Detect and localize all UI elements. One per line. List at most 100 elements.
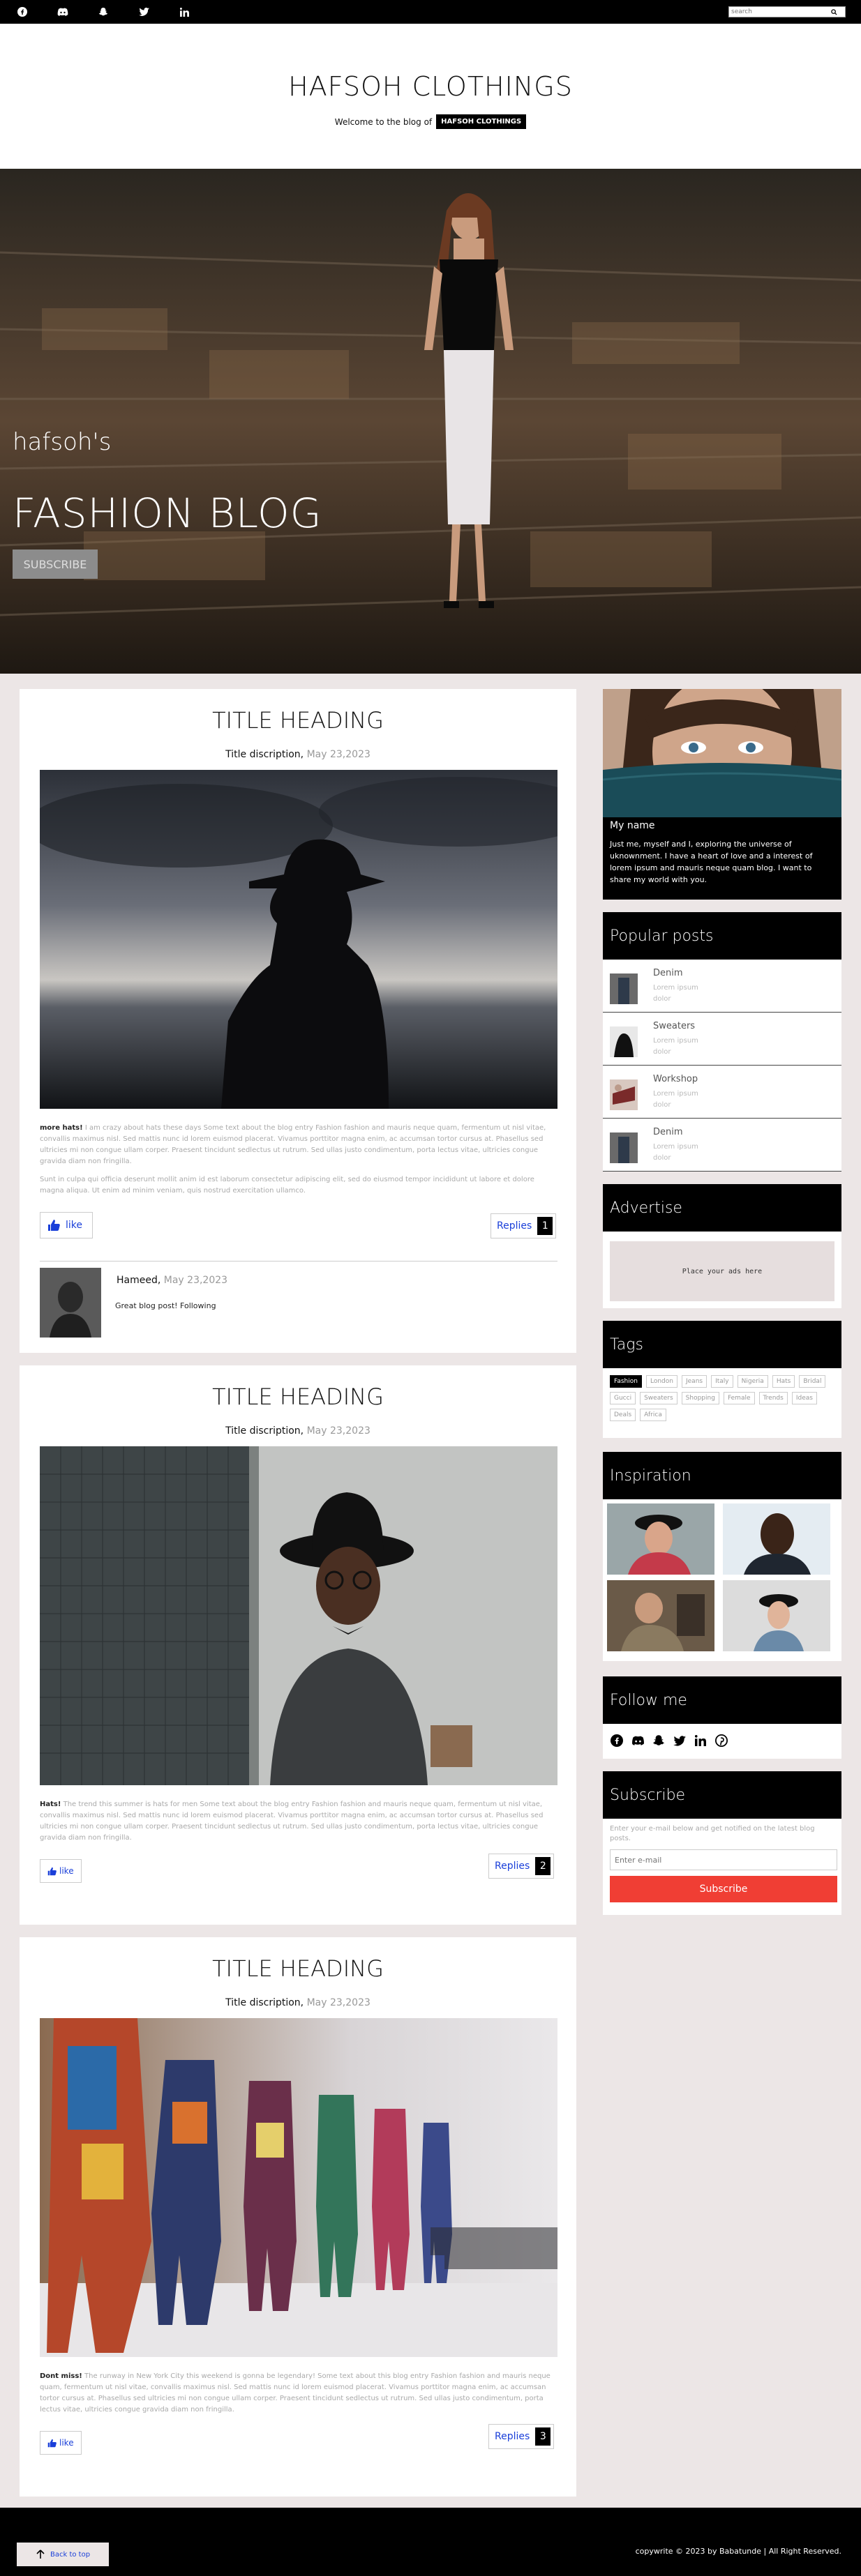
post-image [40, 770, 557, 1109]
hero-title: FASHION BLOG [13, 490, 322, 537]
follow-icons [610, 1734, 728, 1748]
subscribe-button[interactable]: Subscribe [610, 1876, 837, 1902]
reply-count: 1 [537, 1217, 553, 1235]
blog-post-3: TITLE HEADING Title discription, May 23,… [20, 1937, 576, 2497]
welcome-text: Welcome to the blog of [334, 116, 433, 127]
like-button[interactable]: like [40, 1859, 82, 1883]
popular-post-item[interactable]: Denim Lorem ipsum dolor [603, 1119, 841, 1172]
post-subtitle: Title discription, May 23,2023 [225, 749, 370, 760]
inspiration-image[interactable] [607, 1580, 714, 1651]
discord-icon[interactable] [631, 1734, 645, 1748]
tags-title: Tags [603, 1321, 841, 1368]
avatar [40, 1268, 101, 1338]
snapchat-icon[interactable] [96, 5, 110, 19]
twitter-icon[interactable] [137, 5, 151, 19]
subscribe-text: Enter your e-mail below and get notified… [610, 1825, 815, 1842]
discord-icon[interactable] [56, 5, 70, 19]
divider [40, 1261, 557, 1262]
popular-post-item[interactable]: Sweaters Lorem ipsum dolor [603, 1013, 841, 1066]
facebook-icon[interactable] [15, 5, 29, 19]
inspiration-image[interactable] [723, 1503, 830, 1575]
reply-count: 2 [535, 1857, 551, 1875]
hero-banner: hafsoh's FASHION BLOG SUBSCRIBE [0, 169, 861, 674]
linkedin-icon[interactable] [177, 5, 191, 19]
tag[interactable]: Trends [758, 1392, 788, 1404]
post-title: TITLE HEADING [212, 1384, 384, 1410]
brand-tag: HAFSOH CLOTHINGS [436, 114, 527, 129]
pinterest-icon[interactable] [714, 1734, 728, 1748]
post-subtitle: Title discription, May 23,2023 [225, 1997, 370, 2008]
twitter-icon[interactable] [673, 1734, 687, 1748]
back-to-top-button[interactable]: Back to top [17, 2543, 109, 2566]
linkedin-icon[interactable] [694, 1734, 707, 1748]
tag[interactable]: Shopping [681, 1392, 719, 1404]
search-icon[interactable] [827, 7, 841, 17]
popular-posts: Popular posts Denim Lorem ipsum dolor Sw… [603, 912, 841, 1172]
tag[interactable]: Gucci [610, 1392, 636, 1404]
hero-subscribe-button[interactable]: SUBSCRIBE [13, 550, 98, 579]
replies-button[interactable]: Replies 3 [488, 2424, 555, 2449]
facebook-icon[interactable] [610, 1734, 624, 1748]
inspiration-title: Inspiration [603, 1452, 841, 1499]
tag[interactable]: Africa [640, 1409, 666, 1421]
tag[interactable]: London [645, 1375, 677, 1388]
popular-post-item[interactable]: Denim Lorem ipsum dolor [603, 960, 841, 1013]
post-image [40, 1446, 557, 1785]
arrow-up-icon [36, 2550, 45, 2559]
profile-image [603, 689, 841, 817]
thumbs-up-icon [48, 1220, 60, 1231]
inspiration-gallery [607, 1503, 839, 1651]
tag[interactable]: Deals [610, 1409, 636, 1421]
subscribe-title: Subscribe [603, 1771, 841, 1819]
site-header: HAFSOH CLOTHINGS Welcome to the blog of … [0, 24, 861, 169]
profile-name: My name [610, 820, 655, 831]
search-input[interactable] [729, 7, 827, 17]
post-image [40, 2018, 557, 2357]
search-box [728, 6, 846, 17]
hero-subtitle: hafsoh's [13, 428, 112, 456]
advertise-widget: Advertise Place your ads here [603, 1184, 841, 1308]
post-title: TITLE HEADING [212, 1955, 384, 1982]
email-field[interactable] [610, 1849, 837, 1870]
profile-description: Just me, myself and I, exploring the uni… [610, 840, 813, 884]
inspiration-widget: Inspiration [603, 1452, 841, 1661]
replies-button[interactable]: Replies 1 [491, 1213, 557, 1238]
tag[interactable]: Fashion [610, 1375, 642, 1388]
reply-count: 3 [535, 2427, 551, 2446]
welcome-line: Welcome to the blog of HAFSOH CLOTHINGS [0, 114, 861, 129]
tag[interactable]: Ideas [791, 1392, 817, 1404]
popular-post-item[interactable]: Workshop Lorem ipsum dolor [603, 1066, 841, 1119]
top-bar [0, 0, 861, 24]
tag[interactable]: Hats [772, 1375, 795, 1388]
replies-button[interactable]: Replies 2 [488, 1854, 555, 1879]
tag[interactable]: Jeans [681, 1375, 707, 1388]
post-body: more hats! I am crazy about hats these d… [40, 1124, 546, 1195]
copyright: copywrite © 2023 by Babatunde | All Righ… [635, 2547, 841, 2556]
snapchat-icon[interactable] [652, 1734, 666, 1748]
inspiration-image[interactable] [723, 1580, 830, 1651]
post-title: TITLE HEADING [212, 707, 384, 734]
comment-author: Hameed, May 23,2023 [117, 1275, 228, 1286]
popular-posts-title: Popular posts [603, 912, 841, 960]
ad-placeholder[interactable]: Place your ads here [610, 1241, 834, 1301]
comment-text: Great blog post! Following [115, 1301, 216, 1310]
inspiration-image[interactable] [607, 1503, 714, 1575]
hero-image [0, 169, 861, 674]
like-button[interactable]: like [40, 1212, 93, 1238]
tag[interactable]: Nigeria [737, 1375, 768, 1388]
popular-post-thumbnail [610, 1132, 638, 1163]
post-body: Hats! The trend this summer is hats for … [40, 1801, 544, 1842]
tag[interactable]: Female [723, 1392, 755, 1404]
like-button[interactable]: like [40, 2431, 82, 2455]
subscribe-widget: Subscribe Enter your e-mail below and ge… [603, 1771, 841, 1915]
thumbs-up-icon [47, 2439, 57, 2447]
follow-title: Follow me [603, 1676, 841, 1724]
tag[interactable]: Bridal [799, 1375, 826, 1388]
advertise-title: Advertise [603, 1184, 841, 1232]
tag[interactable]: Sweaters [640, 1392, 677, 1404]
profile-card: My name Just me, myself and I, exploring… [603, 689, 841, 900]
tag[interactable]: Italy [711, 1375, 733, 1388]
post-body: Dont miss! The runway in New York City t… [40, 2372, 551, 2414]
social-links [15, 5, 191, 19]
blog-post-1: TITLE HEADING Title discription, May 23,… [20, 689, 576, 1353]
